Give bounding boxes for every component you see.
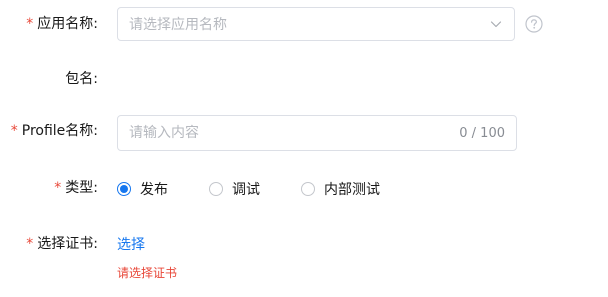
radio-label: 调试: [232, 182, 260, 198]
app-name-label: * 应用名称:: [26, 14, 98, 34]
required-mark: *: [26, 236, 34, 252]
certificate-label: * 选择证书:: [26, 234, 98, 254]
question-circle-icon[interactable]: [525, 15, 543, 33]
radio-circle[interactable]: [301, 182, 315, 196]
app-name-label-text: 应用名称:: [37, 16, 98, 32]
profile-name-label-text: Profile名称:: [21, 123, 98, 139]
radio-circle[interactable]: [209, 182, 223, 196]
type-label-text: 类型:: [65, 180, 98, 196]
required-mark: *: [10, 123, 18, 139]
app-name-select-placeholder: 请选择应用名称: [129, 17, 227, 33]
app-name-select[interactable]: 请选择应用名称: [117, 7, 515, 41]
package-name-label: 包名:: [65, 69, 98, 89]
type-radio-debug[interactable]: 调试: [209, 178, 260, 200]
profile-name-label: * Profile名称:: [11, 121, 98, 141]
required-mark: *: [54, 180, 62, 196]
radio-label: 发布: [140, 182, 168, 198]
certificate-error-message: 请选择证书: [117, 266, 178, 280]
profile-name-field[interactable]: 0 / 100: [117, 115, 517, 151]
select-certificate-link[interactable]: 选择: [117, 235, 145, 255]
chevron-down-icon: [490, 21, 502, 28]
radio-label: 内部测试: [324, 182, 380, 198]
certificate-label-text: 选择证书:: [37, 236, 98, 252]
char-counter: 0 / 100: [459, 126, 505, 141]
radio-circle[interactable]: [117, 182, 131, 196]
type-radio-release[interactable]: 发布: [117, 178, 168, 200]
required-mark: *: [26, 16, 34, 32]
type-radio-internal-test[interactable]: 内部测试: [301, 178, 380, 200]
profile-name-input[interactable]: [129, 123, 449, 143]
package-name-label-text: 包名:: [65, 71, 98, 87]
type-label: * 类型:: [54, 178, 98, 198]
